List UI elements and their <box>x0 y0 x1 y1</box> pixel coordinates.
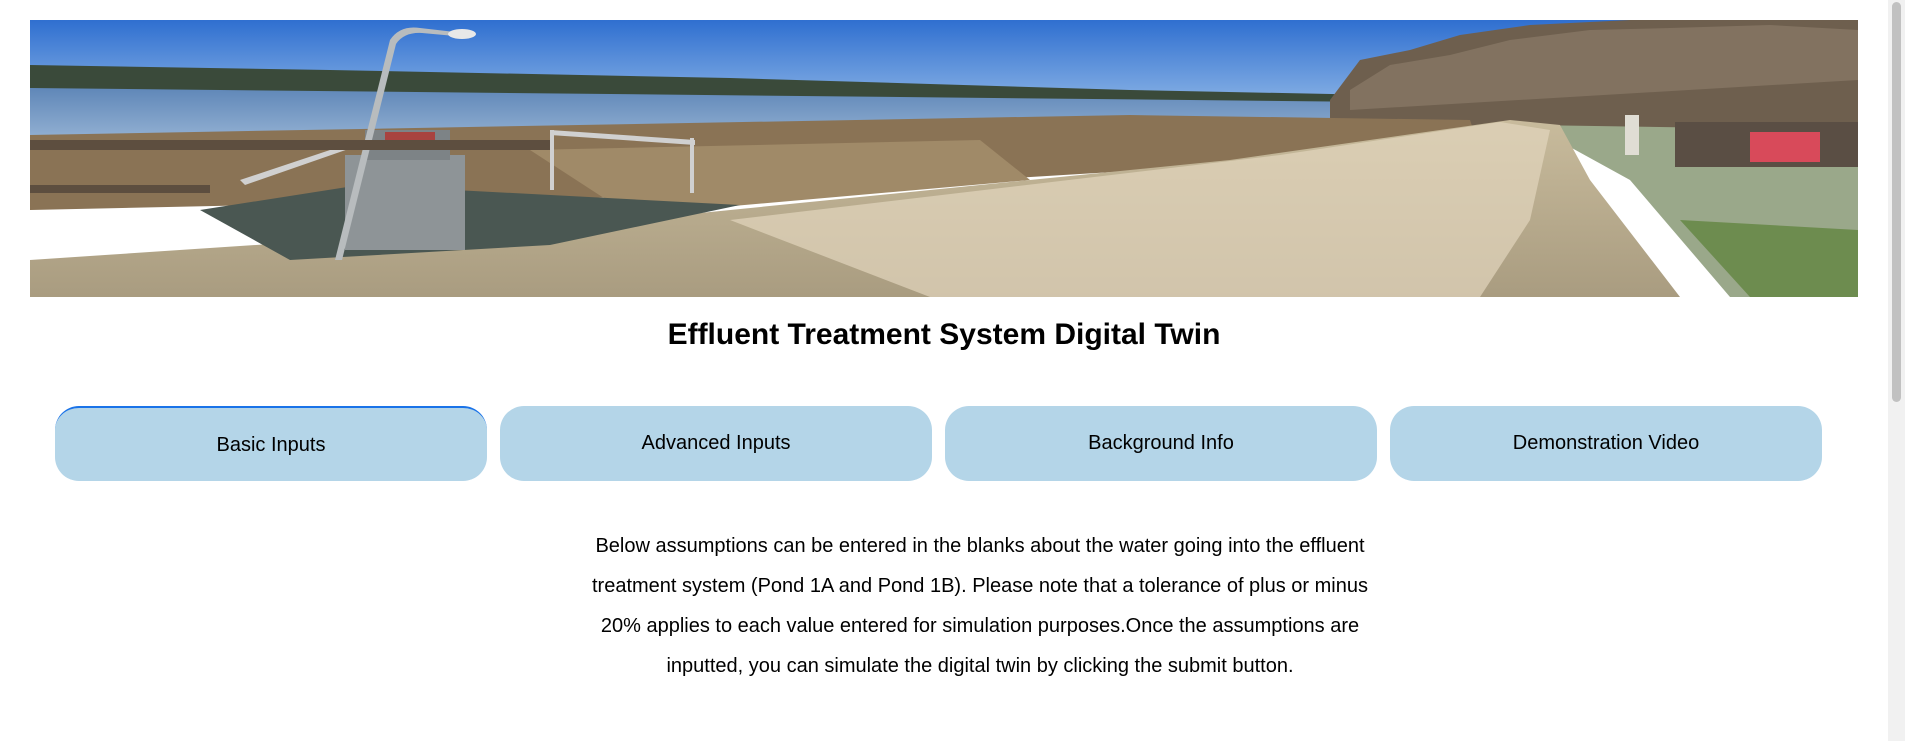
tab-background-info[interactable]: Background Info <box>945 406 1377 481</box>
page: Effluent Treatment System Digital Twin B… <box>0 0 1905 741</box>
vertical-scrollbar[interactable] <box>1888 0 1905 741</box>
tab-advanced-inputs[interactable]: Advanced Inputs <box>500 406 932 481</box>
page-title: Effluent Treatment System Digital Twin <box>667 318 1221 351</box>
intro-text: Below assumptions can be entered in the … <box>592 535 1368 677</box>
pond-landscape-icon <box>30 20 1858 297</box>
scrollbar-thumb[interactable] <box>1892 2 1901 402</box>
tab-demonstration-video[interactable]: Demonstration Video <box>1390 406 1822 481</box>
tab-basic-inputs[interactable]: Basic Inputs <box>55 406 487 481</box>
tab-bar: Basic Inputs Advanced Inputs Background … <box>55 406 1823 481</box>
banner-image <box>30 20 1858 297</box>
